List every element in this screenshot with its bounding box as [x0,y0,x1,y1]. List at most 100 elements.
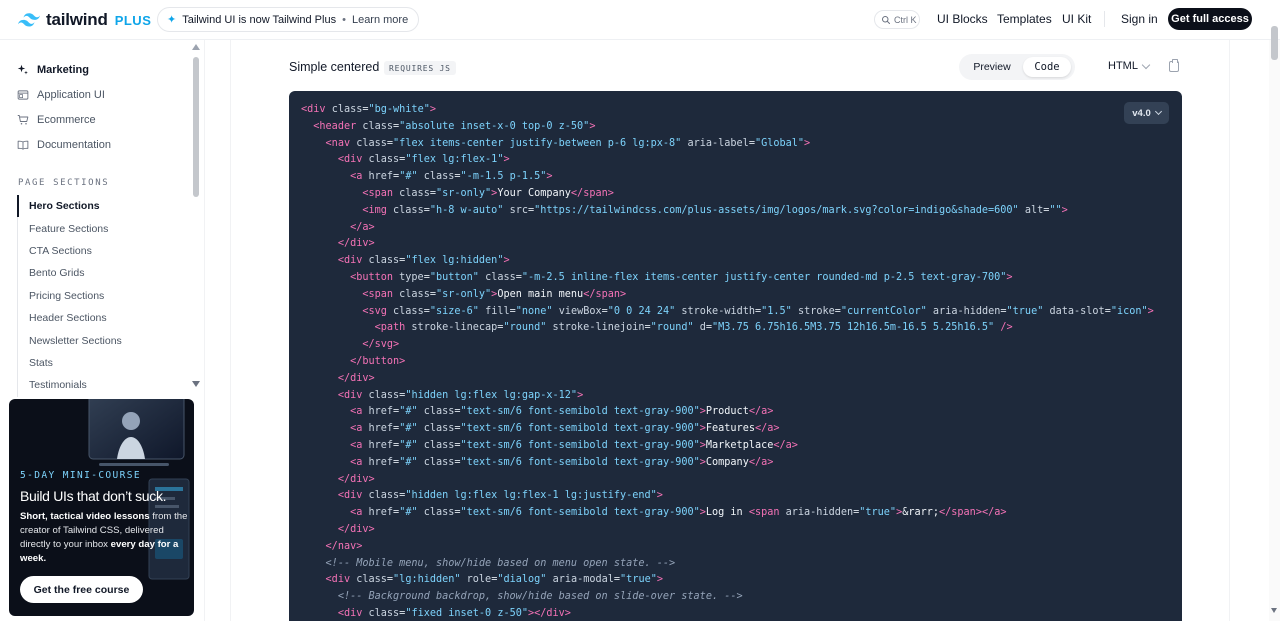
sidebar-item-application-ui[interactable]: Application UI [17,82,111,107]
mini-course-promo-card: 5-DAY MINI-COURSE Build UIs that don’t s… [9,399,194,616]
sidebar-scroll-down-arrow[interactable] [192,381,200,387]
chevron-down-icon [1141,60,1151,69]
sidebar-item-feature-sections[interactable]: Feature Sections [18,217,122,239]
code-line: <div class="hidden lg:flex lg:gap-x-12"> [337,389,584,401]
sidebar-item-testimonials[interactable]: Testimonials [18,374,122,396]
clipboard-icon[interactable] [1169,59,1179,72]
nav-templates[interactable]: Templates [997,12,1052,26]
sidebar-item-bento-grids[interactable]: Bento Grids [18,262,122,284]
code-line: </div> [337,473,375,485]
get-full-access-button[interactable]: Get full access [1168,8,1252,30]
code-line: </div> [337,372,375,384]
get-free-course-button[interactable]: Get the free course [20,576,143,603]
learn-more-link[interactable]: Learn more [352,14,408,26]
requires-js-badge: REQUIRES JS [384,61,456,75]
code-line: <a href="#" class="text-sm/6 font-semibo… [350,507,1007,519]
code-line: <a href="#" class="text-sm/6 font-semibo… [350,423,780,435]
version-select[interactable]: v4.0 [1124,102,1169,124]
version-select-value: v4.0 [1132,107,1151,119]
announcement-pill[interactable]: ✦ Tailwind UI is now Tailwind Plus • Lea… [157,7,420,32]
page-scrollbar-thumb[interactable] [1271,26,1278,60]
tab-code[interactable]: Code [1023,57,1071,77]
code-block[interactable]: <div class="bg-white"> <header class="ab… [301,102,1154,621]
code-line: </div> [337,523,375,535]
sidebar-main-nav: Marketing Application UI Ecommerce Docum… [17,57,111,157]
cart-icon [17,114,29,124]
search-shortcut: Ctrl K [894,14,917,25]
code-panel: <div class="bg-white"> <header class="ab… [289,91,1182,621]
code-line: </nav> [325,540,363,552]
code-line: <span class="sr-only">Your Company</span… [362,187,614,199]
code-line: <svg class="size-6" fill="none" viewBox=… [362,305,1154,317]
sidebar-item-hero-sections[interactable]: Hero Sections [17,195,122,218]
tailwind-logo-icon [18,13,40,27]
component-title: Simple centered [289,60,380,74]
promo-body-bold-start: Short, tactical video lessons [20,511,150,522]
sparkles-icon [17,64,28,74]
sidebar-item-documentation[interactable]: Documentation [17,132,111,157]
code-line: </svg> [362,339,400,351]
section-heading: PAGE SECTIONS [18,178,110,188]
chevron-down-icon [1154,107,1162,116]
sidebar-scroll-up-arrow[interactable] [192,44,200,50]
logo-plus-label: PLUS [114,12,152,28]
nav-divider [1104,11,1105,27]
code-line: <a href="#" class="text-sm/6 font-semibo… [350,406,774,418]
code-line: <span class="sr-only">Open main menu</sp… [362,288,627,300]
logo-wordmark: tailwind [46,10,108,29]
announcement-text: Tailwind UI is now Tailwind Plus [182,13,337,26]
sidebar-scrollbar-thumb[interactable] [193,57,199,197]
sidebar-item-pricing-sections[interactable]: Pricing Sections [18,285,122,307]
nav-ui-kit[interactable]: UI Kit [1062,12,1091,26]
promo-description: Short, tactical video lessons from the c… [20,510,190,566]
code-line: <img class="h-8 w-auto" src="https://tai… [362,204,1068,216]
window-icon [17,89,29,100]
code-line: <div class="flex lg:flex-1"> [337,154,510,166]
code-line: <a href="#" class="-m-1.5 p-1.5"> [350,171,553,183]
page-scrollbar[interactable] [1269,26,1280,621]
tab-preview[interactable]: Preview [963,57,1021,77]
code-line: <div class="hidden lg:flex lg:flex-1 lg:… [337,490,663,502]
sidebar-item-header-sections[interactable]: Header Sections [18,307,122,329]
sidebar: Marketing Application UI Ecommerce Docum… [0,40,205,621]
book-icon [17,140,29,150]
sparkle-icon: ✦ [167,14,177,26]
sidebar-item-label: Ecommerce [37,113,96,126]
sidebar-item-marketing[interactable]: Marketing [17,57,111,82]
sidebar-item-label: Marketing [37,63,89,76]
code-line: <div class="bg-white"> [301,104,436,115]
tailwind-plus-logo[interactable]: tailwind PLUS [18,10,151,30]
code-line: </button> [350,355,406,367]
code-line: <path stroke-linecap="round" stroke-line… [374,322,1013,334]
code-line: </a> [350,221,375,233]
code-line: <!-- Mobile menu, show/hide based on men… [325,557,676,569]
promo-title: Build UIs that don’t suck. [20,488,167,504]
promo-kicker: 5-DAY MINI-COURSE [20,470,142,481]
sidebar-item-stats[interactable]: Stats [18,352,122,374]
code-line: <a href="#" class="text-sm/6 font-semibo… [350,439,798,451]
page-scroll-down-arrow[interactable] [1271,608,1277,613]
language-select-value: HTML [1108,60,1138,72]
sidebar-item-cta-sections[interactable]: CTA Sections [18,240,122,262]
sidebar-item-label: Documentation [37,138,111,151]
sidebar-item-newsletter-sections[interactable]: Newsletter Sections [18,329,122,351]
search-icon [882,15,890,24]
code-line: <header class="absolute inset-x-0 top-0 … [313,120,596,132]
code-line: <div class="lg:hidden" role="dialog" ari… [325,574,663,586]
top-navigation-bar: tailwind PLUS ✦ Tailwind UI is now Tailw… [0,0,1280,40]
language-select[interactable]: HTML [1108,60,1151,72]
code-line: <!-- Background backdrop, show/hide base… [337,591,743,603]
code-line: <div class="fixed inset-0 z-50"></div> [337,607,571,619]
announcement-separator: • [342,13,346,26]
search-button[interactable]: Ctrl K [874,10,920,29]
code-line: <button type="button" class="-m-2.5 inli… [350,271,1013,283]
page-sections-list: Hero Sections Feature Sections CTA Secti… [17,195,122,397]
sidebar-item-ecommerce[interactable]: Ecommerce [17,107,111,132]
code-line: </div> [337,238,375,250]
sidebar-item-label: Application UI [37,88,105,101]
code-line: <a href="#" class="text-sm/6 font-semibo… [350,456,774,468]
sign-in-link[interactable]: Sign in [1121,12,1158,26]
nav-ui-blocks[interactable]: UI Blocks [937,12,988,26]
preview-code-toggle: Preview Code [959,54,1075,80]
code-line: <nav class="flex items-center justify-be… [325,137,811,149]
